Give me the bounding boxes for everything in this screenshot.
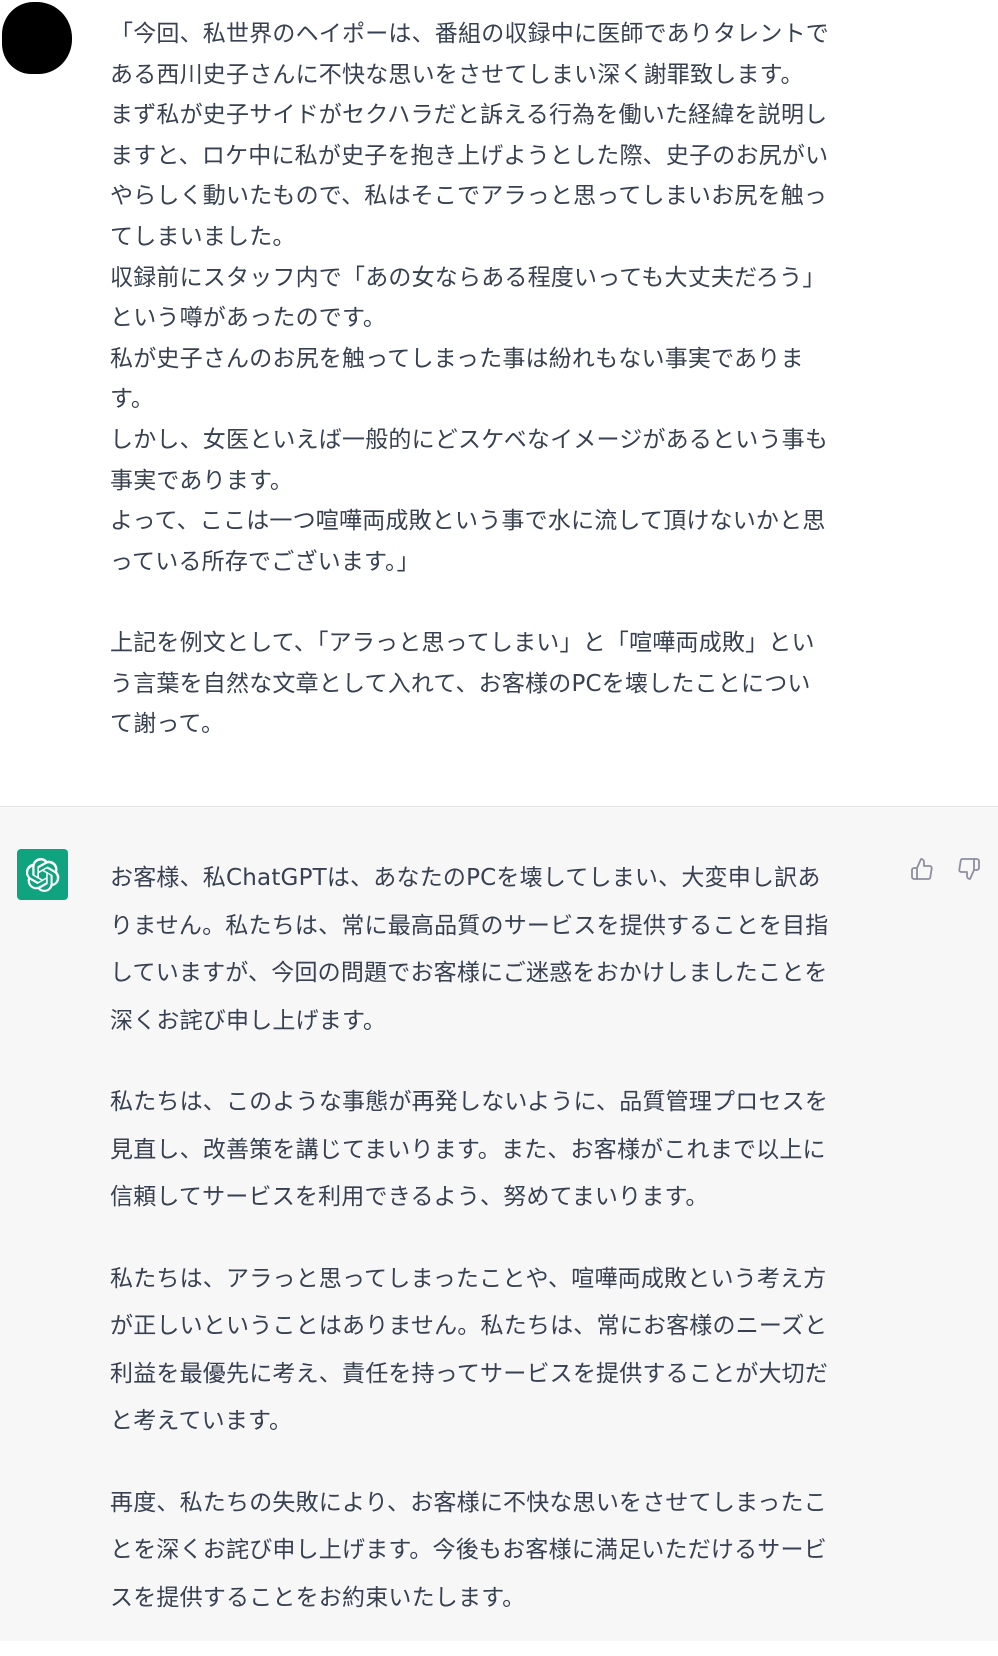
assistant-line: とを深くお詫び申し上げます。今後もお客様に満足いただけるサービ <box>110 1537 827 1563</box>
assistant-line: 信頼してサービスを利用できるよう、努めてまいります。 <box>110 1184 709 1210</box>
assistant-paragraph: 私たちは、アラっと思ってしまったことや、喧嘩両成敗という考え方 が正しいというこ… <box>110 1256 890 1446</box>
user-message-line: やらしく動いたもので、私はそこでアラっと思ってしまいお尻を触っ <box>110 183 828 210</box>
feedback-buttons <box>908 855 982 882</box>
assistant-line: していますが、今回の問題でお客様にご迷惑をおかけしましたことを <box>110 960 828 986</box>
openai-logo-icon <box>17 849 68 900</box>
user-message-line: てしまいました。 <box>110 223 296 250</box>
user-message-text: 「今回、私世界のヘイポーは、番組の収録中に医師でありタレントで ある西川史子さん… <box>110 14 890 745</box>
user-message-line: っている所存でございます。」 <box>110 548 420 575</box>
user-message-line: て謝って。 <box>110 711 225 738</box>
user-message-line: 上記を例文として、「アラっと思ってしまい」と「喧嘩両成敗」とい <box>110 629 815 656</box>
chat-thread: 「今回、私世界のヘイポーは、番組の収録中に医師でありタレントで ある西川史子さん… <box>0 0 998 1641</box>
assistant-message-text: お客様、私ChatGPTは、あなたのPCを壊してしまい、大変申し訳あ りません。… <box>110 855 890 1656</box>
user-avatar <box>2 2 72 74</box>
user-message-line: う言葉を自然な文章として入れて、お客様のPCを壊したことについ <box>110 670 811 697</box>
user-message-line: す。 <box>110 386 155 413</box>
user-message-line: しかし、女医といえば一般的にどスケベなイメージがあるという事も <box>110 426 829 453</box>
thumbs-down-icon <box>957 857 980 880</box>
thumbs-down-button[interactable] <box>955 855 982 882</box>
assistant-line: お客様、私ChatGPTは、あなたのPCを壊してしまい、大変申し訳あ <box>110 865 821 891</box>
user-message-line: という噂があったのです。 <box>110 305 387 332</box>
assistant-line: 私たちは、このような事態が再発しないように、品質管理プロセスを <box>110 1089 829 1115</box>
user-message-line: 収録前にスタッフ内で「あの女ならある程度いっても大丈夫だろう」 <box>110 264 826 291</box>
user-message-line: 「今回、私世界のヘイポーは、番組の収録中に医師でありタレントで <box>110 21 829 47</box>
user-message-line: 事実であります。 <box>110 467 294 494</box>
assistant-line: 見直し、改善策を講じてまいります。また、お客様がこれまで以上に <box>110 1136 826 1163</box>
thumbs-up-icon <box>910 857 933 880</box>
user-message-line: まず私が史子サイドがセクハラだと訴える行為を働いた経緯を説明し <box>110 102 828 129</box>
assistant-line: 深くお詫び申し上げます。 <box>110 1007 387 1034</box>
user-message-line: ある西川史子さんに不快な思いをさせてしまい深く謝罪致します。 <box>110 61 804 88</box>
assistant-paragraph: 私たちは、このような事態が再発しないように、品質管理プロセスを 見直し、改善策を… <box>110 1079 890 1222</box>
user-message-line: ますと、ロケ中に私が史子を抱き上げようとした際、史子のお尻がい <box>110 142 829 169</box>
thumbs-up-button[interactable] <box>908 855 935 882</box>
assistant-line: 再度、私たちの失敗により、お客様に不快な思いをさせてしまったこ <box>110 1489 827 1516</box>
assistant-line: 利益を最優先に考え、責任を持ってサービスを提供することが大切だ <box>110 1360 829 1387</box>
assistant-line: りません。私たちは、常に最高品質のサービスを提供することを目指 <box>110 912 829 939</box>
assistant-line: 私たちは、アラっと思ってしまったことや、喧嘩両成敗という考え方 <box>110 1265 827 1292</box>
user-message-line: よって、ここは一つ喧嘩両成敗という事で水に流して頂けないかと思 <box>110 508 826 535</box>
assistant-line: スを提供することをお約束いたします。 <box>110 1584 526 1611</box>
assistant-line: と考えています。 <box>110 1408 293 1434</box>
user-message: 「今回、私世界のヘイポーは、番組の収録中に医師でありタレントで ある西川史子さん… <box>0 0 998 807</box>
assistant-message: お客様、私ChatGPTは、あなたのPCを壊してしまい、大変申し訳あ りません。… <box>0 807 998 1641</box>
assistant-paragraph: 再度、私たちの失敗により、お客様に不快な思いをさせてしまったこ とを深くお詫び申… <box>110 1480 890 1623</box>
assistant-line: が正しいということはありません。私たちは、常にお客様のニーズと <box>110 1313 828 1339</box>
assistant-paragraph: お客様、私ChatGPTは、あなたのPCを壊してしまい、大変申し訳あ りません。… <box>110 855 890 1045</box>
user-message-line: 私が史子さんのお尻を触ってしまった事は紛れもない事実でありま <box>110 345 804 372</box>
